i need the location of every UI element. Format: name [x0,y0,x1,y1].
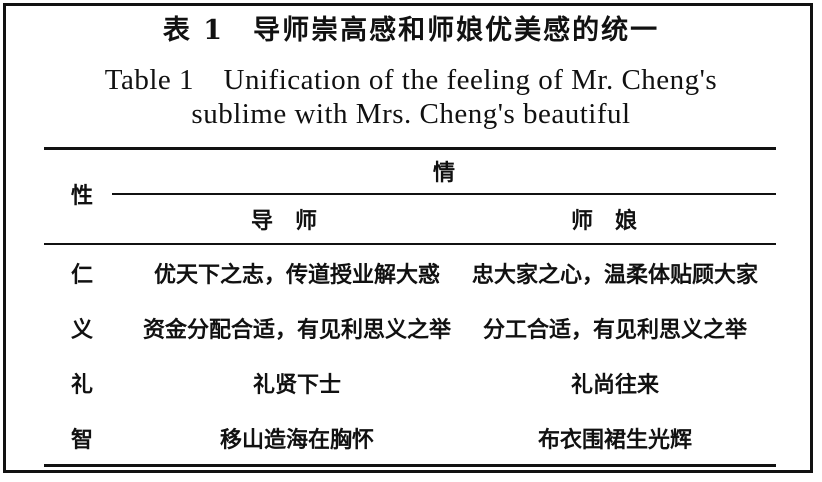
cell-yi-mentor: 资金分配合适，有见利思义之举 [142,317,451,343]
table-title-english-line-1: Table 1 Unification of the feeling of Mr… [104,64,718,96]
header-bottom-rule [44,243,776,245]
row-label-li: 礼 [70,372,93,398]
cell-ren-mentors-wife: 忠大家之心，温柔体贴顾大家 [471,262,758,288]
header-group-rule [112,193,776,195]
cell-li-mentors-wife: 礼尚往来 [570,372,659,398]
row-label-ren: 仁 [70,262,93,288]
header-col-mentor: 导师 [250,208,339,234]
cell-zhi-mentors-wife: 布衣围裙生光辉 [537,427,692,453]
cell-li-mentor: 礼贤下士 [252,372,341,398]
row-label-yi: 义 [70,317,93,343]
table-bottom-rule [44,464,776,467]
cell-ren-mentor: 优天下之志，传道授业解大惑 [153,262,440,288]
header-row-label: 性 [70,183,93,209]
table-title-english-line-2: sublime with Mrs. Cheng's beautiful [191,98,631,130]
table-top-rule [44,147,776,150]
row-label-zhi: 智 [70,427,93,453]
cell-zhi-mentor: 移山造海在胸怀 [219,427,374,453]
header-group-label: 情 [432,160,455,186]
header-col-mentors-wife: 师娘 [570,208,659,234]
table-title-chinese: 表 1 导师崇高感和师娘优美感的统一 [162,15,660,46]
cell-yi-mentors-wife: 分工合适，有见利思义之举 [482,317,747,343]
